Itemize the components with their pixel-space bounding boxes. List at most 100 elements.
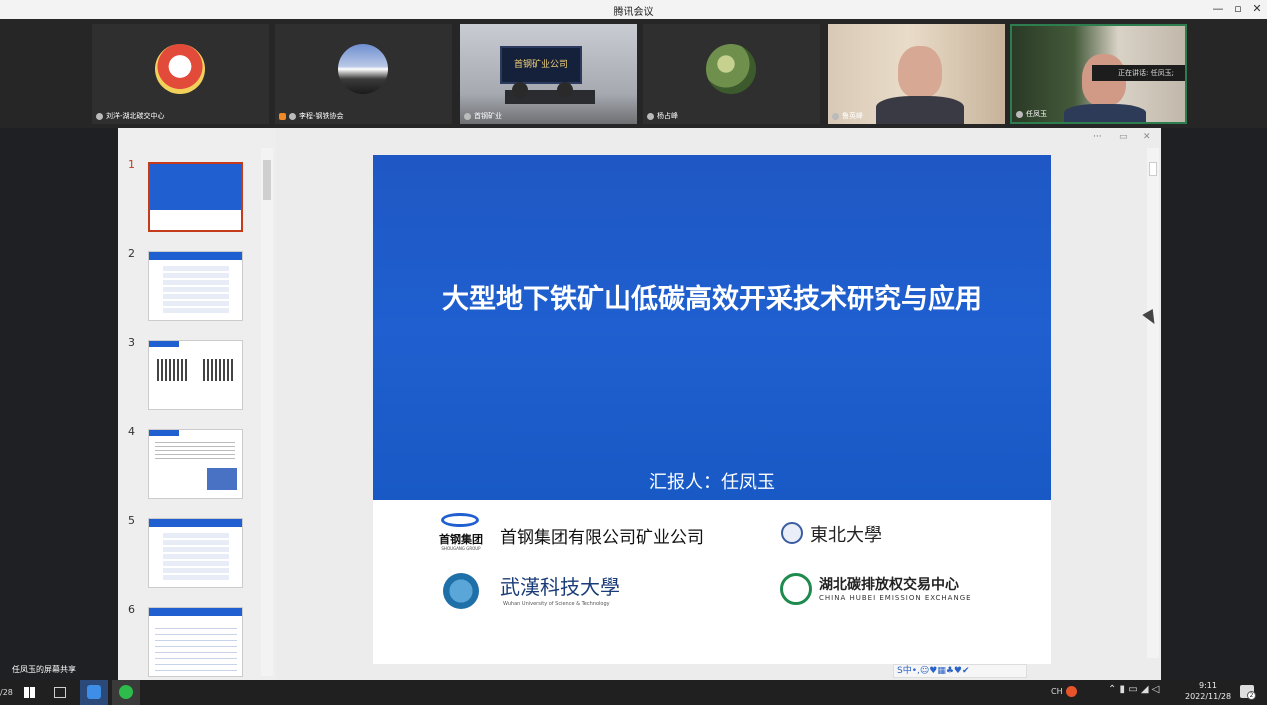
windows-taskbar: /28 CH ⌃ ▮ ▭ ◢ ◁ 9:11 2022/11/28 2 xyxy=(0,680,1267,705)
taskbar-partial-date: /28 xyxy=(0,688,13,697)
thumbnail-preview xyxy=(148,429,243,499)
minimize-button[interactable]: — xyxy=(1211,2,1225,15)
logo-subtext: CHINA HUBEI EMISSION EXCHANGE xyxy=(819,594,972,602)
slide-thumbnail[interactable]: 2 xyxy=(118,247,276,327)
close-button[interactable]: ✕ xyxy=(1250,2,1264,15)
start-icon[interactable] xyxy=(24,687,35,698)
taskbar-app-tencent-meeting[interactable] xyxy=(80,680,108,705)
thumbnail-scrollbar[interactable] xyxy=(261,148,273,676)
wechat-icon xyxy=(119,685,133,699)
logo-text: 首钢集团有限公司矿业公司 xyxy=(500,528,704,548)
slide-thumbnail[interactable]: 4 xyxy=(118,425,276,505)
mic-icon xyxy=(96,112,103,120)
taskbar-app-wechat[interactable] xyxy=(112,680,140,705)
restore-button[interactable]: ▫ xyxy=(1231,2,1245,15)
screen-share-icon xyxy=(279,112,286,120)
thumbnail-header xyxy=(149,341,179,347)
logo-text: 東北大學 xyxy=(810,525,882,546)
thumbnail-preview xyxy=(148,162,243,232)
pin-button[interactable]: ▭ xyxy=(1119,132,1128,142)
powerpoint-window: 1 2 3 4 5 6 ··· ▭ ✕ 大型地下铁矿山低碳高效开采技术研究与应用… xyxy=(118,128,1161,680)
speaker-body xyxy=(1064,104,1146,122)
window-title: 腾讯会议 xyxy=(613,7,654,18)
thumbnail-header xyxy=(149,608,242,616)
more-options-button[interactable]: ··· xyxy=(1093,132,1102,142)
language-indicator[interactable]: CH xyxy=(1051,687,1063,696)
thumbnail-preview xyxy=(148,251,243,321)
avatar xyxy=(338,44,388,94)
participant-name: 李程-钢铁协会 xyxy=(299,112,344,120)
shougang-brand-en: SHOUGANG GROUP xyxy=(441,546,481,551)
slide-thumbnail-panel: 1 2 3 4 5 6 xyxy=(118,128,276,680)
slide-thumbnail[interactable]: 1 xyxy=(118,158,276,238)
thumbnail-number: 3 xyxy=(128,336,135,349)
thumbnail-list xyxy=(163,266,229,314)
participant-name: 刘洋-湖北碳交中心 xyxy=(106,112,165,120)
participant-name: 杨占峰 xyxy=(657,112,678,120)
thumbnail-chart xyxy=(203,359,235,381)
current-slide: 大型地下铁矿山低碳高效开采技术研究与应用 汇报人：任凤玉 首钢集团 SHOUGA… xyxy=(373,155,1051,664)
participant-tile[interactable]: 首钢矿业公司 首钢矿业 xyxy=(460,24,637,124)
avatar xyxy=(155,44,205,94)
person-figure xyxy=(512,82,528,98)
company-banner: 首钢矿业公司 xyxy=(500,46,582,84)
panel-close-button[interactable]: ✕ xyxy=(1143,132,1151,142)
thumbnail-preview xyxy=(148,340,243,410)
thumbnail-table xyxy=(207,468,237,490)
thumbnail-number: 1 xyxy=(128,158,135,171)
logo-text: 湖北碳排放权交易中心 xyxy=(819,577,959,593)
mic-icon xyxy=(832,112,839,120)
participant-name: 鲁英峰 xyxy=(842,112,863,120)
participant-tile[interactable]: 刘洋-湖北碳交中心 xyxy=(92,24,269,124)
shougang-logo: 首钢集团 SHOUGANG GROUP xyxy=(431,513,491,555)
speaker-body xyxy=(876,96,964,124)
thumbnail-header xyxy=(149,430,179,436)
slide-thumbnail[interactable]: 3 xyxy=(118,336,276,416)
slide-thumbnail[interactable]: 5 xyxy=(118,514,276,594)
participant-video-strip: 刘洋-湖北碳交中心 李程-钢铁协会 首钢矿业公司 首钢矿业 杨占峰 鲁英峰 任凤… xyxy=(0,19,1267,128)
thumbnail-chart xyxy=(157,359,189,381)
window-titlebar: 腾讯会议 — ▫ ✕ xyxy=(0,0,1267,19)
participant-name: 任凤玉 xyxy=(1026,110,1047,118)
scrollbar-thumb[interactable] xyxy=(1149,162,1157,176)
scrollbar-thumb[interactable] xyxy=(263,160,271,200)
thumbnail-preview xyxy=(148,518,243,588)
participant-tile[interactable]: 李程-钢铁协会 xyxy=(275,24,452,124)
slide-title: 大型地下铁矿山低碳高效开采技术研究与应用 xyxy=(442,284,982,315)
screen-share-label: 任凤玉的屏幕共享 xyxy=(12,665,76,674)
task-view-icon[interactable] xyxy=(54,687,66,698)
northeastern-university-emblem-icon xyxy=(781,522,803,544)
mic-icon xyxy=(647,112,654,120)
clock-time[interactable]: 9:11 xyxy=(1188,681,1228,690)
participant-name: 首钢矿业 xyxy=(474,112,502,120)
thumbnail-header xyxy=(149,519,242,527)
participant-tile[interactable]: 鲁英峰 xyxy=(828,24,1005,124)
thumbnail-table xyxy=(155,628,237,672)
thumbnail-number: 6 xyxy=(128,603,135,616)
logo-subtext: Wuhan University of Science & Technology xyxy=(503,601,610,607)
shougang-brand: 首钢集团 xyxy=(439,533,483,546)
thumbnail-preview xyxy=(148,607,243,677)
notification-center-icon[interactable]: 2 xyxy=(1240,685,1256,700)
participant-tile[interactable]: 杨占峰 xyxy=(643,24,820,124)
speaker-face xyxy=(898,46,942,98)
mic-icon xyxy=(464,112,471,120)
slide-scrollbar[interactable] xyxy=(1147,148,1159,658)
avatar xyxy=(706,44,756,94)
thumbnail-text xyxy=(155,442,235,462)
thumbnail-header xyxy=(149,252,242,260)
thumbnail-number: 5 xyxy=(128,514,135,527)
thumbnail-number: 4 xyxy=(128,425,135,438)
sogou-ime-icon[interactable] xyxy=(1066,686,1077,697)
mic-icon xyxy=(289,112,296,120)
tencent-meeting-icon xyxy=(87,685,101,699)
slide-thumbnail[interactable]: 6 xyxy=(118,603,276,683)
slide-title-banner xyxy=(373,155,1051,500)
notification-count-badge: 2 xyxy=(1247,691,1256,700)
ime-toolbar[interactable]: S中•,☺♥▦♣♥✔ xyxy=(893,664,1027,678)
clock-date[interactable]: 2022/11/28 xyxy=(1185,692,1231,701)
system-tray-icons[interactable]: ⌃ ▮ ▭ ◢ ◁ xyxy=(1108,684,1159,695)
shougang-mark-icon xyxy=(441,513,479,527)
slide-reporter: 汇报人：任凤玉 xyxy=(649,472,775,493)
thumbnail-number: 2 xyxy=(128,247,135,260)
